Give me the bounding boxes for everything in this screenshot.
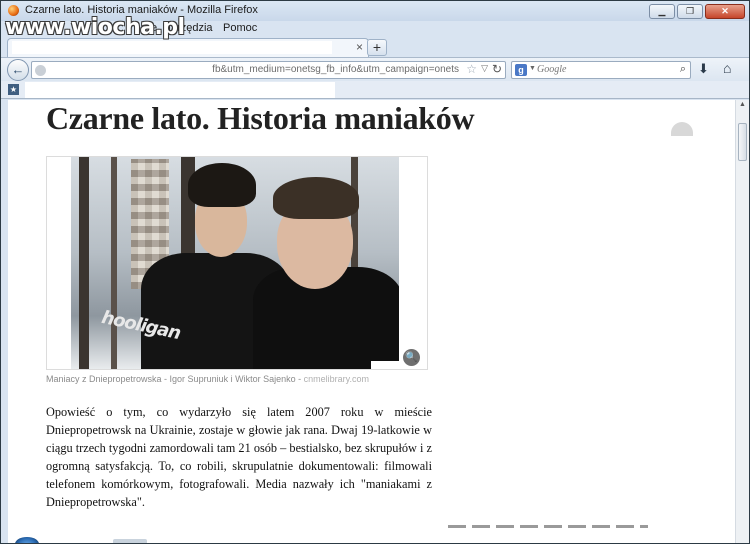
article-headline: Czarne lato. Historia maniaków xyxy=(46,100,475,136)
url-bar[interactable]: fb&utm_medium=onetsg_fb_info&utm_campaig… xyxy=(31,61,506,79)
person-left-hair xyxy=(188,163,256,207)
new-tab-button[interactable]: + xyxy=(367,39,387,56)
article-lead: Opowieść o tym, co wydarzyło się latem 2… xyxy=(46,405,432,509)
share-widget-edge xyxy=(671,122,693,136)
scroll-thumb[interactable] xyxy=(738,123,747,161)
tab-active[interactable]: × xyxy=(7,38,369,57)
tree-trunk xyxy=(111,157,117,369)
bookmark-star-icon[interactable]: ☆ xyxy=(466,62,477,76)
photo-overlay-bar xyxy=(371,361,399,369)
close-window-button[interactable]: ✕ xyxy=(705,4,745,19)
start-orb-icon[interactable] xyxy=(15,537,39,543)
bookmarks-redacted xyxy=(25,82,335,98)
url-text[interactable]: fb&utm_medium=onetsg_fb_info&utm_campaig… xyxy=(212,64,459,75)
engine-dropdown-icon[interactable]: ▼ xyxy=(529,65,536,72)
wiocha-watermark: www.wiocha.pl xyxy=(5,15,185,40)
window-controls: ▁ ❐ ✕ xyxy=(649,4,745,19)
cut-off-text-line xyxy=(448,525,648,528)
home-icon[interactable]: ⌂ xyxy=(723,60,731,76)
tab-close-icon[interactable]: × xyxy=(356,40,363,54)
bookmarks-menu-icon[interactable]: ★ xyxy=(8,84,19,95)
tab-bar: × + xyxy=(1,37,749,57)
search-icon[interactable]: ⌕ xyxy=(680,63,686,76)
search-placeholder[interactable]: Google xyxy=(537,64,566,75)
minimize-button[interactable]: ▁ xyxy=(649,4,675,19)
google-engine-icon[interactable]: g xyxy=(515,64,527,76)
zoom-photo-icon[interactable]: 🔍 xyxy=(403,349,420,366)
browser-window: Czarne lato. Historia maniaków - Mozilla… xyxy=(0,0,750,544)
downloads-icon[interactable]: ⬇ xyxy=(698,61,709,77)
article-photo[interactable]: hooligan xyxy=(71,157,399,369)
tree-trunk xyxy=(79,157,89,369)
caption-text: Maniacy z Dniepropetrowska - Igor Suprun… xyxy=(46,374,304,384)
caption-source: cnmelibrary.com xyxy=(303,374,369,384)
photo-caption: Maniacy z Dniepropetrowska - Igor Suprun… xyxy=(46,374,369,384)
bookmarks-toolbar: ★ xyxy=(1,81,749,99)
reload-icon[interactable]: ↻ xyxy=(492,62,502,76)
navigation-toolbar: ← fb&utm_medium=onetsg_fb_info&utm_campa… xyxy=(1,57,749,81)
taskbar-button[interactable] xyxy=(113,539,147,543)
tab-title-redacted xyxy=(12,41,332,54)
maximize-button[interactable]: ❐ xyxy=(677,4,703,19)
scroll-up-icon[interactable]: ▲ xyxy=(737,101,748,113)
site-identity-icon[interactable] xyxy=(35,65,46,76)
page-content: Czarne lato. Historia maniaków hooligan … xyxy=(8,100,736,543)
taskbar-edge xyxy=(1,537,151,543)
vertical-scrollbar[interactable]: ▲ xyxy=(735,100,749,543)
search-bar[interactable]: g ▼ Google ⌕ xyxy=(511,61,691,79)
history-dropdown-icon[interactable]: ▽ xyxy=(481,63,488,74)
menu-item-pomoc[interactable]: Pomoc xyxy=(223,22,257,34)
person-right-hair xyxy=(273,177,359,219)
article-photo-frame: hooligan 🔍 xyxy=(46,156,428,370)
back-button[interactable]: ← xyxy=(7,59,29,81)
